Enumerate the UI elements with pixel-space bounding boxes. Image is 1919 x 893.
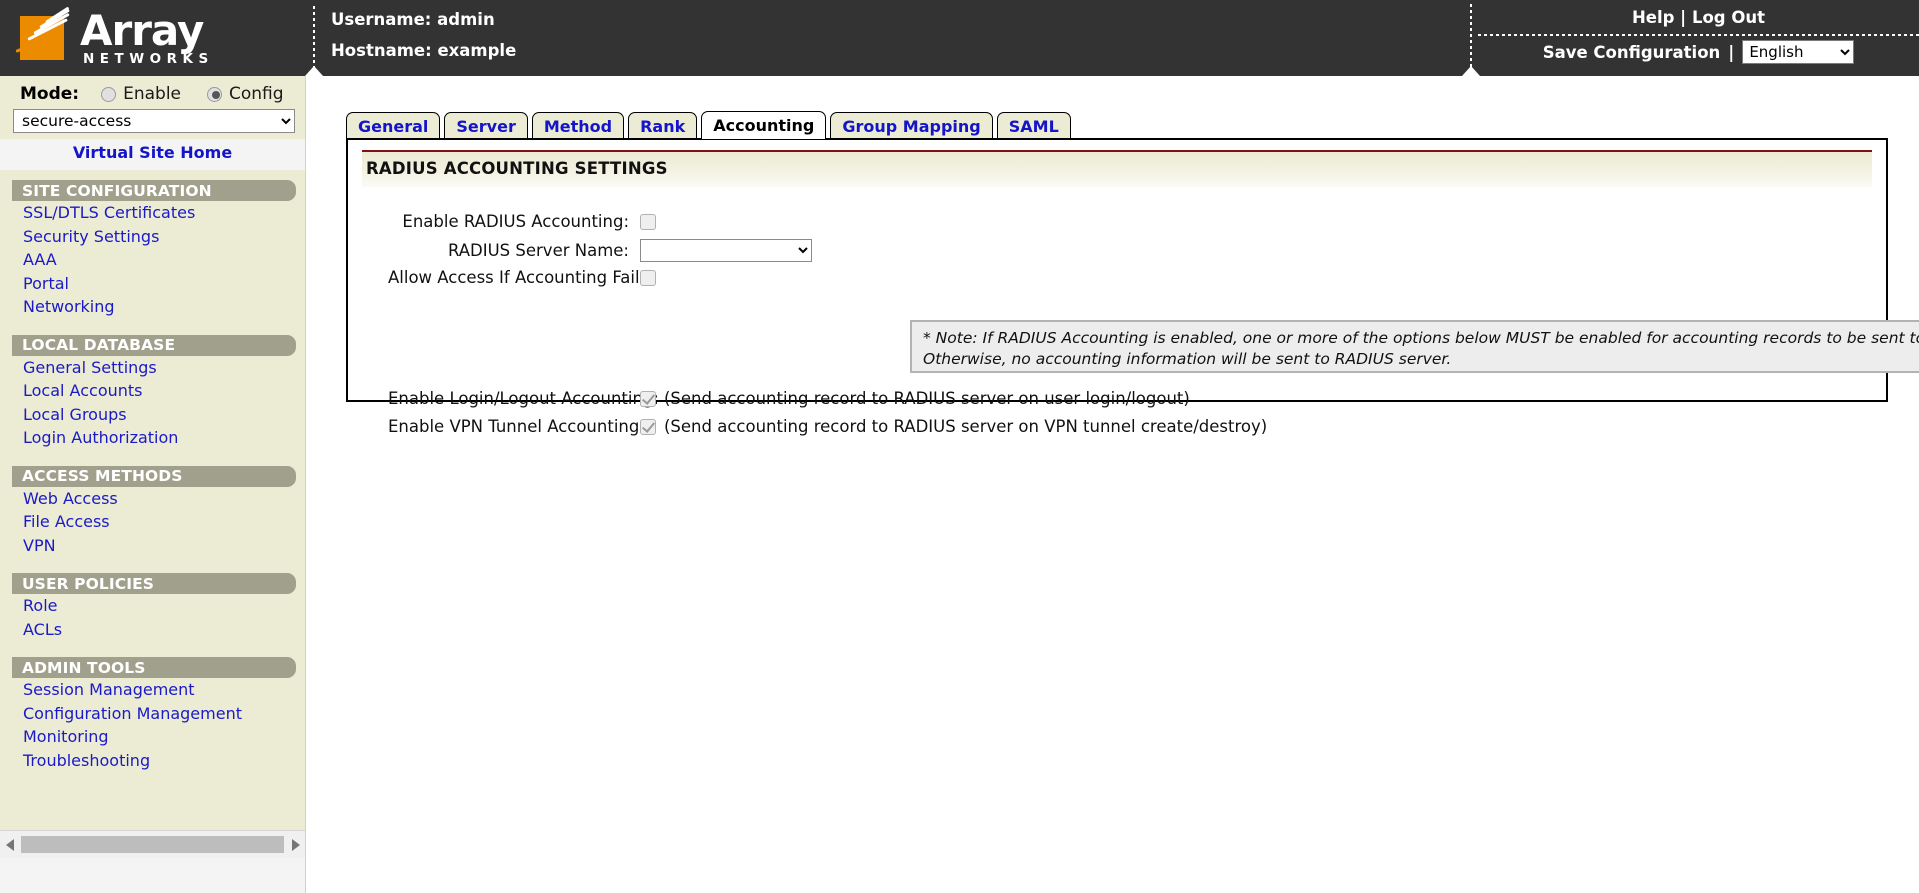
radius-server-name-label: RADIUS Server Name:: [447, 241, 629, 260]
sidebar-item-session-management[interactable]: Session Management: [23, 678, 305, 702]
sidebar-item-general-settings[interactable]: General Settings: [23, 356, 305, 380]
hostname-text: Hostname: example: [331, 41, 517, 60]
row-enable-login-logout-accounting: Enable Login/Logout Accounting: (Send ac…: [388, 389, 1190, 408]
scroll-right-arrow-icon[interactable]: [286, 831, 305, 858]
row-enable-vpn-tunnel-accounting: Enable VPN Tunnel Accounting: (Send acco…: [388, 417, 1267, 436]
accounting-note-text: * Note: If RADIUS Accounting is enabled,…: [923, 329, 1919, 368]
enable-vpn-tunnel-accounting-label: Enable VPN Tunnel Accounting:: [388, 417, 645, 436]
nav-section-access-methods: ACCESS METHODS: [12, 465, 296, 487]
enable-login-logout-accounting-label: Enable Login/Logout Accounting:: [388, 389, 659, 408]
accounting-note-box: * Note: If RADIUS Accounting is enabled,…: [910, 320, 1919, 373]
brand-logo[interactable]: Array NETWORKS: [0, 0, 313, 76]
main-content: General Server Method Rank Accounting Gr…: [313, 76, 1919, 893]
tab-server[interactable]: Server: [444, 112, 528, 139]
tab-accounting[interactable]: Accounting: [701, 111, 827, 139]
tab-bar: General Server Method Rank Accounting Gr…: [346, 111, 1075, 139]
nav-section-admin-tools: ADMIN TOOLS: [12, 657, 296, 678]
nav-section-title: USER POLICIES: [22, 574, 155, 593]
sidebar-item-acls[interactable]: ACLs: [23, 618, 305, 642]
sidebar-item-role[interactable]: Role: [23, 594, 305, 618]
save-language-separator: |: [1728, 42, 1735, 62]
mode-label: Mode:: [20, 84, 80, 104]
sidebar-item-monitoring[interactable]: Monitoring: [23, 725, 305, 749]
sidebar-item-vpn[interactable]: VPN: [23, 534, 305, 558]
scroll-left-arrow-icon[interactable]: [0, 831, 19, 858]
help-link[interactable]: Help: [1632, 8, 1674, 27]
tab-group-mapping[interactable]: Group Mapping: [830, 112, 993, 139]
scrollbar-thumb[interactable]: [21, 836, 284, 853]
enable-login-logout-accounting-hint: (Send accounting record to RADIUS server…: [664, 389, 1190, 408]
radio-enable-label[interactable]: Enable: [123, 84, 181, 104]
sidebar-edge: [305, 76, 313, 893]
save-configuration-link[interactable]: Save Configuration: [1543, 43, 1721, 62]
tab-rank[interactable]: Rank: [628, 112, 698, 139]
nav-section-site-configuration: SITE CONFIGURATION: [12, 180, 296, 201]
enable-vpn-tunnel-accounting-hint: (Send accounting record to RADIUS server…: [664, 417, 1268, 436]
nav-section-user-policies: USER POLICIES: [12, 573, 296, 594]
virtual-site-select[interactable]: secure-access: [13, 109, 295, 133]
radio-config[interactable]: [207, 86, 222, 102]
sidebar-item-file-access[interactable]: File Access: [23, 510, 305, 534]
radius-accounting-panel: RADIUS ACCOUNTING SETTINGS Enable RADIUS…: [346, 138, 1919, 436]
row-radius-server-name: RADIUS Server Name:: [388, 239, 812, 262]
sidebar-item-portal[interactable]: Portal: [23, 272, 305, 296]
banner-notch-left: [305, 66, 323, 76]
sidebar-item-web-access[interactable]: Web Access: [23, 487, 305, 511]
sidebar-item-ssl-dtls-certificates[interactable]: SSL/DTLS Certificates: [23, 201, 305, 225]
logout-link[interactable]: Log Out: [1692, 8, 1765, 27]
nav-section-title: LOCAL DATABASE: [22, 336, 176, 354]
row-enable-radius-accounting: Enable RADIUS Accounting:: [388, 212, 656, 231]
virtual-site-home-label: Virtual Site Home: [72, 143, 233, 162]
mode-panel: Mode: Enable Config secure-access: [0, 76, 305, 139]
tab-saml[interactable]: SAML: [996, 112, 1071, 139]
sidebar-item-security-settings[interactable]: Security Settings: [23, 225, 305, 249]
banner-divider-left: [313, 6, 315, 74]
radio-enable[interactable]: [101, 86, 117, 102]
logo-wordmark: Array: [80, 5, 204, 55]
row-allow-access-if-accounting-fails: Allow Access If Accounting Fails:: [388, 268, 656, 287]
panel-header: RADIUS ACCOUNTING SETTINGS: [362, 150, 1872, 187]
sidebar-item-login-authorization[interactable]: Login Authorization: [23, 426, 305, 450]
nav-section-title: ADMIN TOOLS: [22, 658, 146, 677]
sidebar-nav: SITE CONFIGURATION SSL/DTLS Certificates…: [0, 170, 305, 830]
panel-title: RADIUS ACCOUNTING SETTINGS: [366, 159, 668, 178]
nav-section-local-database: LOCAL DATABASE: [12, 334, 296, 356]
sidebar-horizontal-scrollbar[interactable]: [0, 830, 305, 858]
logo-subwordmark: NETWORKS: [83, 50, 214, 67]
language-select[interactable]: English: [1742, 40, 1855, 64]
array-logo-icon: [14, 6, 76, 66]
enable-radius-accounting-checkbox[interactable]: [640, 213, 656, 230]
radio-config-label[interactable]: Config: [229, 84, 284, 104]
top-banner: Array NETWORKS Username: admin Hostname:…: [0, 0, 1919, 76]
banner-divider-right: [1470, 4, 1472, 74]
enable-radius-accounting-label: Enable RADIUS Accounting:: [402, 212, 629, 231]
enable-vpn-tunnel-accounting-checkbox[interactable]: [640, 418, 656, 435]
allow-access-if-accounting-fails-checkbox[interactable]: [640, 269, 656, 286]
help-logout-separator: |: [1680, 8, 1687, 27]
radius-server-name-select[interactable]: [640, 239, 812, 262]
tab-general[interactable]: General: [346, 112, 441, 139]
username-text: Username: admin: [331, 10, 495, 29]
sidebar-item-local-groups[interactable]: Local Groups: [23, 403, 305, 427]
sidebar-item-local-accounts[interactable]: Local Accounts: [23, 379, 305, 403]
banner-actions: Help | Log Out Save Configuration | Engl…: [1478, 0, 1919, 76]
nav-section-title: SITE CONFIGURATION: [22, 181, 212, 200]
sidebar-item-networking[interactable]: Networking: [23, 295, 305, 319]
mode-row: Mode: Enable Config: [20, 84, 310, 104]
enable-login-logout-accounting-checkbox[interactable]: [640, 390, 656, 407]
sidebar-item-aaa[interactable]: AAA: [23, 248, 305, 272]
sidebar-item-troubleshooting[interactable]: Troubleshooting: [23, 749, 305, 773]
left-sidebar: Mode: Enable Config secure-access Virtua…: [0, 76, 313, 893]
tab-method[interactable]: Method: [531, 112, 625, 139]
allow-access-if-accounting-fails-label: Allow Access If Accounting Fails:: [388, 268, 654, 287]
virtual-site-home-link[interactable]: Virtual Site Home: [0, 139, 305, 162]
nav-section-title: ACCESS METHODS: [22, 467, 183, 485]
sidebar-item-configuration-management[interactable]: Configuration Management: [23, 702, 305, 726]
